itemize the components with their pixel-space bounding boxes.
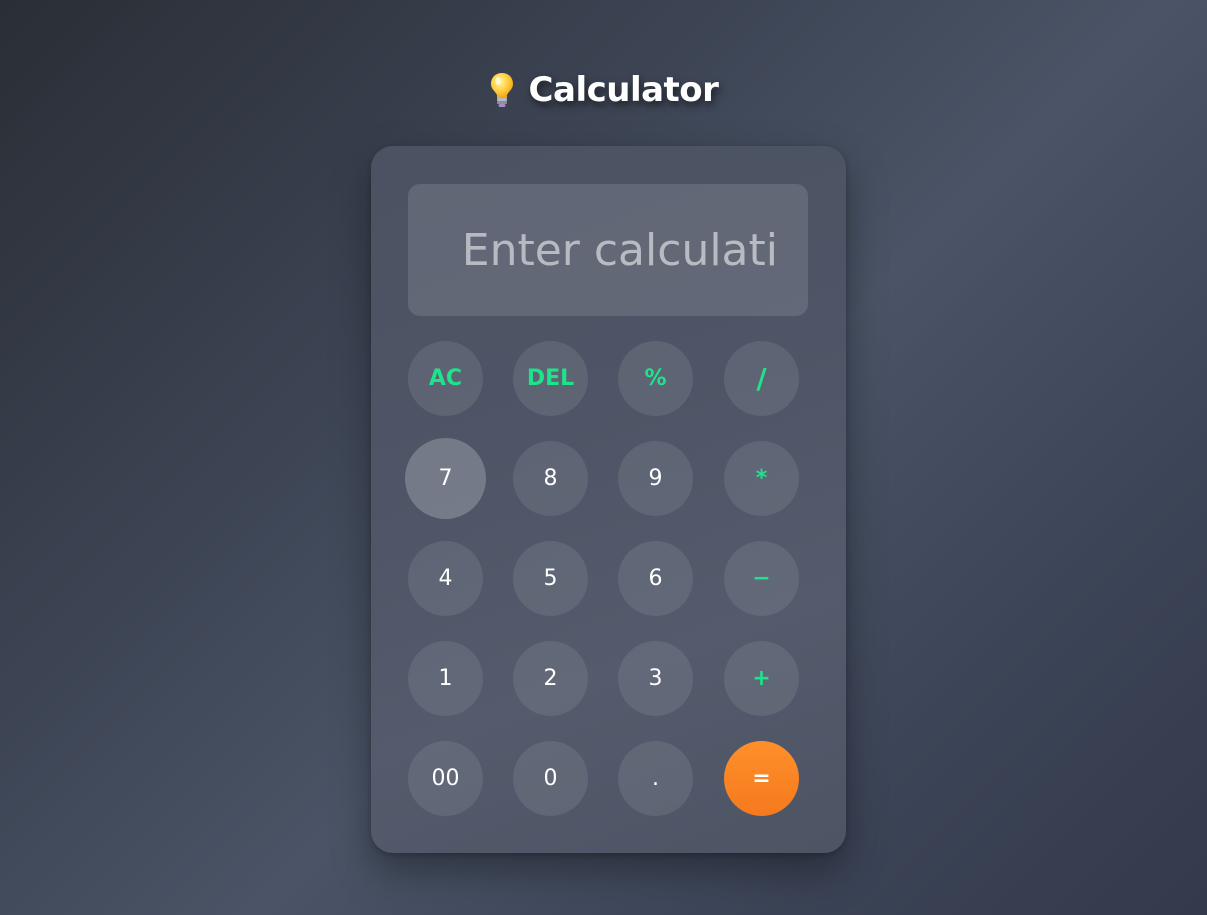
page-title: Calculator	[528, 70, 719, 110]
delete-button[interactable]: DEL	[513, 341, 588, 416]
digit-8-button[interactable]: 8	[513, 441, 588, 516]
equals-button[interactable]: =	[724, 741, 799, 816]
digit-6-button[interactable]: 6	[618, 541, 693, 616]
digit-0-button[interactable]: 0	[513, 741, 588, 816]
double-zero-button[interactable]: 00	[408, 741, 483, 816]
clear-button[interactable]: AC	[408, 341, 483, 416]
plus-button[interactable]: +	[724, 641, 799, 716]
digit-1-button[interactable]: 1	[408, 641, 483, 716]
digit-3-button[interactable]: 3	[618, 641, 693, 716]
calculator-display	[408, 184, 808, 316]
digit-9-button[interactable]: 9	[618, 441, 693, 516]
page-header: Calculator	[0, 70, 1207, 110]
calculator-panel: AC DEL % / 7 8 9 * 4 5 6 − 1 2 3 + 00 0 …	[371, 146, 846, 853]
calculation-input[interactable]	[408, 184, 808, 316]
digit-4-button[interactable]: 4	[408, 541, 483, 616]
multiply-button[interactable]: *	[724, 441, 799, 516]
digit-2-button[interactable]: 2	[513, 641, 588, 716]
minus-button[interactable]: −	[724, 541, 799, 616]
lightbulb-icon	[489, 71, 515, 109]
decimal-button[interactable]: .	[618, 741, 693, 816]
percent-button[interactable]: %	[618, 341, 693, 416]
digit-5-button[interactable]: 5	[513, 541, 588, 616]
divide-button[interactable]: /	[724, 341, 799, 416]
digit-7-button[interactable]: 7	[405, 438, 486, 519]
